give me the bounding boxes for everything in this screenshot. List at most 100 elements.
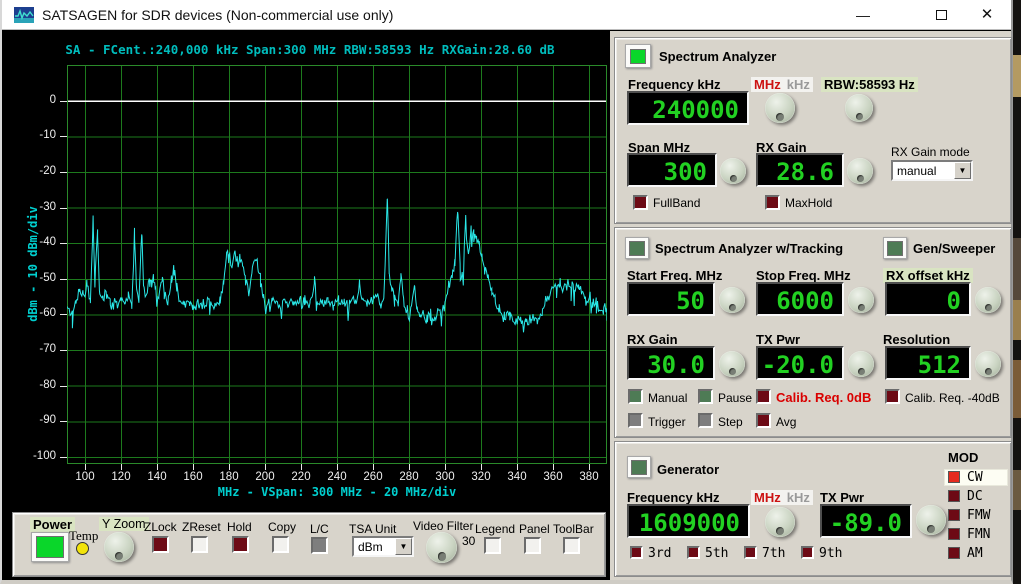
unit-mhz[interactable]: MHz — [754, 490, 781, 505]
harmonic-7th-label: 7th — [762, 546, 785, 561]
gen-sweeper-indicator[interactable] — [883, 237, 907, 259]
mod-option-fmw[interactable]: FMW — [945, 508, 1007, 523]
calib-0db-checkbox[interactable] — [756, 389, 771, 404]
rx-gain2-knob[interactable] — [719, 351, 745, 377]
screenshot-stage: SATSAGEN for SDR devices (Non-commercial… — [0, 0, 1021, 584]
temp-led — [76, 542, 89, 555]
tx-pwr-knob[interactable] — [848, 351, 874, 377]
mod-option-fmn[interactable]: FMN — [945, 527, 1007, 542]
spectrum-display[interactable]: SA - FCent.:240,000 kHz Span:300 MHz RBW… — [10, 33, 610, 511]
legend-checkbox[interactable] — [484, 537, 501, 554]
x-tick-label: 320 — [464, 471, 498, 483]
gen-frequency-knob[interactable] — [765, 507, 795, 537]
frequency-knob[interactable] — [765, 93, 795, 123]
x-tick-mark — [553, 464, 554, 470]
legend-label: Legend — [475, 522, 515, 536]
fullband-label: FullBand — [653, 196, 700, 210]
gen-tx-pwr-knob[interactable] — [916, 505, 946, 535]
video-filter-knob[interactable] — [426, 532, 457, 563]
tsa-unit-select[interactable]: dBm ▼ — [352, 536, 414, 557]
panel-checkbox[interactable] — [524, 537, 541, 554]
avg-checkbox[interactable] — [756, 413, 771, 428]
gen-frequency-display[interactable]: 1609000 — [627, 504, 750, 538]
rx-offset-display[interactable]: 0 — [885, 282, 971, 316]
start-freq-display[interactable]: 50 — [627, 282, 715, 316]
mod-fmn-radio[interactable] — [948, 528, 960, 540]
title-bar[interactable]: SATSAGEN for SDR devices (Non-commercial… — [2, 0, 1011, 30]
gen-tx-pwr-label: TX Pwr — [820, 490, 864, 505]
frequency-unit-toggle[interactable]: MHzkHz — [751, 77, 813, 92]
y-tick-label: 0 — [14, 94, 56, 106]
spectrum-analyzer-indicator[interactable] — [625, 44, 651, 68]
stop-freq-display[interactable]: 6000 — [756, 282, 844, 316]
rx-gain-knob[interactable] — [847, 158, 873, 184]
x-axis-title: MHz - VSpan: 300 MHz - 20 MHz/div — [67, 485, 607, 499]
toolbar-checkbox[interactable] — [563, 537, 580, 554]
pause-label: Pause — [718, 391, 752, 405]
zlock-checkbox[interactable] — [152, 536, 169, 553]
power-button[interactable] — [31, 532, 69, 562]
y-zoom-knob[interactable] — [104, 532, 134, 562]
x-tick-label: 200 — [248, 471, 282, 483]
y-tick-label: -20 — [14, 165, 56, 177]
rx-gain-display[interactable]: 28.6 — [756, 153, 844, 187]
rx-gain2-display[interactable]: 30.0 — [627, 346, 715, 380]
harmonic-3rd-checkbox[interactable] — [630, 546, 643, 559]
y-tick-label: -10 — [14, 129, 56, 141]
rx-offset-knob[interactable] — [975, 287, 1001, 313]
mod-dc-radio[interactable] — [948, 490, 960, 502]
mod-option-dc[interactable]: DC — [945, 489, 1007, 504]
mod-fmw-radio[interactable] — [948, 509, 960, 521]
tx-pwr-display[interactable]: -20.0 — [756, 346, 844, 380]
calib-40db-checkbox[interactable] — [885, 389, 900, 404]
close-button[interactable]: ✕ — [964, 0, 1010, 30]
manual-checkbox[interactable] — [628, 389, 643, 404]
gen-tx-pwr-display[interactable]: -89.0 — [820, 504, 912, 538]
spectrum-header-readout: SA - FCent.:240,000 kHz Span:300 MHz RBW… — [10, 42, 610, 57]
unit-khz[interactable]: kHz — [787, 490, 810, 505]
start-freq-label: Start Freq. MHz — [627, 268, 722, 283]
mod-option-cw[interactable]: CW — [945, 470, 1007, 485]
unit-mhz[interactable]: MHz — [754, 77, 781, 92]
maxhold-checkbox[interactable] — [765, 195, 780, 210]
resolution-display[interactable]: 512 — [885, 346, 971, 380]
mod-am-radio[interactable] — [948, 547, 960, 559]
gen-frequency-unit-toggle[interactable]: MHzkHz — [751, 490, 813, 505]
y-tick-label: -80 — [14, 379, 56, 391]
start-freq-knob[interactable] — [719, 287, 745, 313]
minimize-button[interactable]: — — [840, 0, 886, 30]
span-knob[interactable] — [720, 158, 746, 184]
mod-option-am[interactable]: AM — [945, 546, 1007, 561]
copy-checkbox[interactable] — [272, 536, 289, 553]
trigger-label: Trigger — [648, 415, 686, 429]
harmonic-3rd-label: 3rd — [648, 546, 671, 561]
generator-indicator[interactable] — [627, 456, 651, 478]
y-tick-label: -90 — [14, 414, 56, 426]
spectrum-plot-area[interactable] — [67, 65, 607, 464]
mod-cw-radio[interactable] — [948, 471, 960, 483]
trigger-checkbox[interactable] — [628, 413, 643, 428]
step-checkbox[interactable] — [698, 413, 713, 428]
rbw-knob[interactable] — [845, 94, 873, 122]
dropdown-arrow-icon[interactable]: ▼ — [954, 162, 971, 179]
x-tick-mark — [337, 464, 338, 470]
resolution-knob[interactable] — [975, 351, 1001, 377]
hold-checkbox[interactable] — [232, 536, 249, 553]
pause-checkbox[interactable] — [698, 389, 713, 404]
stop-freq-knob[interactable] — [848, 287, 874, 313]
frequency-display[interactable]: 240000 — [627, 91, 749, 125]
harmonic-5th-checkbox[interactable] — [687, 546, 700, 559]
span-display[interactable]: 300 — [627, 153, 717, 187]
rx-offset-label: RX offset kHz — [883, 268, 973, 283]
harmonic-7th-checkbox[interactable] — [744, 546, 757, 559]
desktop-icon-fragment — [1013, 238, 1021, 300]
tracking-indicator[interactable] — [625, 237, 649, 259]
fullband-checkbox[interactable] — [633, 195, 648, 210]
rx-gain-mode-select[interactable]: manual ▼ — [891, 160, 973, 181]
zreset-checkbox[interactable] — [191, 536, 208, 553]
dropdown-arrow-icon[interactable]: ▼ — [395, 538, 412, 555]
maximize-button[interactable] — [918, 0, 964, 30]
unit-khz[interactable]: kHz — [787, 77, 810, 92]
lc-checkbox[interactable] — [311, 537, 328, 554]
harmonic-9th-checkbox[interactable] — [801, 546, 814, 559]
